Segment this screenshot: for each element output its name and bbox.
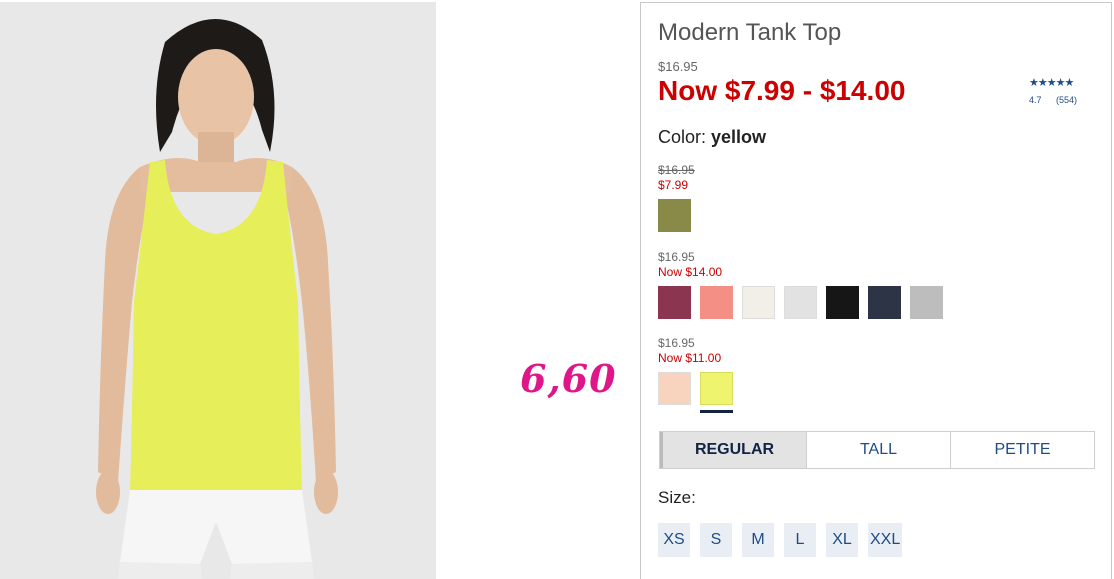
size-label: Size: [658,488,696,507]
fit-tabs: REGULAR TALL PETITE [659,431,1095,469]
price-group-2: $16.95 Now $14.00 [658,250,943,319]
product-details-panel: Modern Tank Top $16.95 Now $7.99 - $14.0… [640,2,1112,579]
group-was-price: $16.95 [658,163,695,177]
sale-price: Now $7.99 - $14.00 [658,75,906,106]
size-l-button[interactable]: L [784,523,816,557]
group-now-price: $7.99 [658,178,689,192]
group-was-price: $16.95 [658,336,695,350]
size-xs-button[interactable]: XS [658,523,690,557]
rating[interactable]: ★★★★★ 4.7 (554) [1029,76,1077,105]
color-value: yellow [711,127,767,147]
size-s-button[interactable]: S [700,523,732,557]
color-swatch[interactable] [784,286,817,319]
price-group-3: $16.95 Now $11.00 [658,336,733,413]
tab-petite[interactable]: PETITE [950,432,1094,468]
color-swatch[interactable] [658,286,691,319]
color-swatch[interactable] [658,372,691,405]
model-illustration [0,2,436,579]
price-group-1: $16.95 $7.99 [658,163,695,232]
selected-color: Color: yellow [658,127,766,148]
color-swatch[interactable] [826,286,859,319]
color-swatch[interactable] [910,286,943,319]
group-now-price: Now $14.00 [658,265,723,279]
group-was-price: $16.95 [658,250,695,264]
product-image[interactable] [0,2,436,579]
rating-stars-icon: ★★★★★ [1029,77,1074,89]
selected-indicator [700,410,733,413]
original-price: $16.95 [658,59,698,74]
color-swatch[interactable] [742,286,775,319]
tab-regular[interactable]: REGULAR [660,432,806,468]
size-m-button[interactable]: M [742,523,774,557]
rating-score: 4.7 [1029,95,1042,105]
color-swatch-selected[interactable] [700,372,733,405]
handwritten-price-annotation: 6,60 [520,356,617,401]
color-swatch[interactable] [868,286,901,319]
tab-tall[interactable]: TALL [806,432,950,468]
size-options: XS S M L XL XXL [658,523,903,557]
group-now-price: Now $11.00 [658,351,722,365]
size-xl-button[interactable]: XL [826,523,858,557]
color-label: Color: [658,127,707,147]
review-count[interactable]: (554) [1056,95,1077,105]
size-xxl-button[interactable]: XXL [868,523,903,557]
color-swatch[interactable] [700,286,733,319]
color-swatch[interactable] [658,199,691,232]
product-title: Modern Tank Top [658,19,842,46]
